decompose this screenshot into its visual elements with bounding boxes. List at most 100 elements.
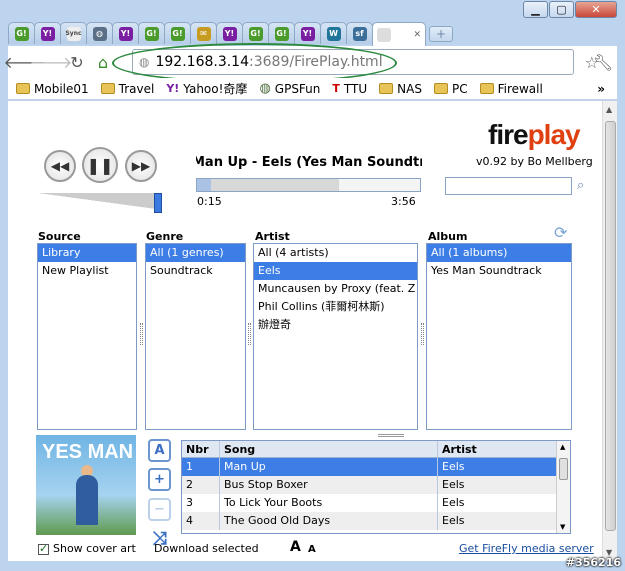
album-list[interactable]: All (1 albums) Yes Man Soundtrack (426, 243, 572, 430)
cover-art: YES MAN (36, 435, 136, 535)
add-icon[interactable]: + (148, 468, 171, 491)
browser-tab[interactable]: W (320, 22, 347, 44)
artist-list-item[interactable]: 辦燈奇 (254, 316, 417, 334)
bookmark-label: TTU (343, 81, 368, 96)
bookmark-item[interactable]: PC (433, 82, 468, 96)
checkbox-checked-icon[interactable] (38, 542, 49, 555)
active-tab[interactable]: ✕ (372, 22, 426, 46)
title-bar: ▁ ▢ ✕ (0, 0, 625, 22)
bookmark-item[interactable]: Travel (100, 82, 154, 96)
artist-list-item[interactable]: Phil Collins (菲爾柯林斯) (254, 298, 417, 316)
show-cover-art-toggle[interactable]: Show cover art (38, 542, 136, 555)
genre-list[interactable]: All (1 genres) Soundtrack (145, 243, 246, 430)
songs-scrollbar[interactable]: ▲ ▼ (556, 441, 570, 533)
cell-nbr: 2 (182, 476, 220, 494)
artist-list[interactable]: All (4 artists) Eels Muncausen by Proxy (f… (253, 243, 418, 430)
font-a-button[interactable]: A (148, 439, 171, 462)
table-row[interactable]: 1 Man Up Eels (182, 458, 570, 476)
browser-tab[interactable]: G! (138, 22, 165, 44)
artist-list-item[interactable]: Eels (254, 262, 417, 280)
column-artist[interactable]: Artist (438, 441, 556, 457)
remove-icon[interactable]: − (148, 498, 171, 521)
volume-slider[interactable] (38, 193, 162, 213)
browser-tab[interactable]: ✉ (190, 22, 217, 44)
pause-button[interactable]: ❚❚ (82, 147, 118, 183)
source-list[interactable]: Library New Playlist (37, 243, 137, 430)
browser-tab[interactable]: G! (164, 22, 191, 44)
table-row[interactable]: 2 Bus Stop Boxer Eels (182, 476, 570, 494)
genre-list-item[interactable]: Soundtrack (146, 262, 245, 280)
source-header: Source (38, 230, 81, 243)
close-window-button[interactable]: ✕ (575, 1, 617, 18)
scroll-up-icon[interactable]: ▲ (560, 443, 565, 451)
browser-tab[interactable]: Sync (60, 22, 87, 44)
songs-table-header: Nbr Song Artist (182, 441, 570, 458)
songs-scroll-thumb[interactable] (559, 458, 568, 480)
scroll-down-icon[interactable]: ▼ (560, 523, 565, 531)
cover-figure (76, 475, 98, 525)
font-smaller-button[interactable]: A (308, 544, 316, 555)
sf-icon: sf (352, 26, 367, 41)
more-bookmarks-icon[interactable]: » (597, 82, 605, 96)
close-tab-icon[interactable]: ✕ (413, 30, 421, 40)
bookmarks-bar: Mobile01 Travel Y! Yahoo!奇摩 ◍ GPSFun T TTU NAS PC… (8, 78, 617, 100)
column-nbr[interactable]: Nbr (182, 441, 220, 457)
page-scroll-thumb[interactable] (605, 121, 616, 531)
bookmark-item[interactable]: T TTU (332, 82, 367, 96)
browser-tab[interactable]: Y! (34, 22, 61, 44)
scroll-up-icon[interactable]: ▲ (606, 105, 612, 114)
g-icon: G! (274, 26, 289, 41)
download-selected-link[interactable]: Download selected (154, 542, 259, 555)
browser-tab[interactable]: Y! (112, 22, 139, 44)
browser-tab[interactable]: ◍ (86, 22, 113, 44)
album-list-item[interactable]: All (1 albums) (427, 244, 571, 262)
table-row[interactable]: 4 The Good Old Days Eels (182, 512, 570, 530)
volume-handle[interactable] (154, 193, 162, 213)
bookmark-item[interactable]: Mobile01 (16, 82, 89, 96)
table-row[interactable]: 3 To Lick Your Boots Eels (182, 494, 570, 512)
refresh-icon[interactable]: ⟳ (554, 223, 567, 242)
search-icon[interactable]: ⌕ (577, 178, 584, 193)
browser-tab[interactable]: sf (346, 22, 373, 44)
wordpress-icon: W (326, 26, 341, 41)
search-input[interactable] (445, 177, 572, 195)
resize-grip[interactable] (140, 323, 143, 345)
cover-title: YES MAN (42, 441, 134, 463)
font-larger-button[interactable]: A (290, 539, 301, 555)
artist-list-item[interactable]: Muncausen by Proxy (feat. Z (254, 280, 417, 298)
minimize-button[interactable]: ▁ (523, 1, 548, 18)
new-tab-button[interactable]: + (429, 26, 453, 42)
browser-tab[interactable]: G! (242, 22, 269, 44)
horizontal-splitter[interactable] (378, 434, 404, 437)
source-list-item[interactable]: Library (38, 244, 136, 262)
browser-tab[interactable]: G! (268, 22, 295, 44)
source-list-item[interactable]: New Playlist (38, 262, 136, 280)
bookmark-item[interactable]: Y! Yahoo!奇摩 (166, 80, 247, 97)
artist-list-item[interactable]: All (4 artists) (254, 244, 417, 262)
watermark: #356216 (565, 556, 621, 569)
bookmark-item[interactable]: Firewall (479, 82, 543, 96)
browser-tab[interactable]: Y! (294, 22, 321, 44)
track-progress-bar[interactable] (196, 178, 421, 192)
cell-artist: Eels (442, 496, 465, 509)
reload-icon[interactable]: ↻ (64, 49, 90, 75)
next-button[interactable]: ▶▶ (125, 150, 157, 182)
globe-icon: ◍ (92, 26, 107, 41)
browser-tab[interactable]: G! (8, 22, 35, 44)
resize-grip[interactable] (248, 323, 251, 345)
resize-grip[interactable] (421, 323, 424, 345)
maximize-button[interactable]: ▢ (549, 1, 574, 18)
bookmark-item[interactable]: NAS (379, 82, 422, 96)
yahoo-icon: Y! (166, 82, 180, 95)
g-icon: G! (144, 26, 159, 41)
wrench-icon[interactable]: 🔧︎ (590, 49, 616, 75)
get-firefly-link[interactable]: Get FireFly media server (459, 542, 594, 555)
genre-list-item[interactable]: All (1 genres) (146, 244, 245, 262)
forward-icon[interactable]: 🡒 (30, 49, 73, 75)
browser-tab[interactable]: Y! (216, 22, 243, 44)
column-song[interactable]: Song (220, 441, 438, 457)
page-scrollbar[interactable]: ▲ ▼ (602, 101, 617, 561)
previous-button[interactable]: ◀◀ (44, 150, 76, 182)
album-list-item[interactable]: Yes Man Soundtrack (427, 262, 571, 280)
bookmark-item[interactable]: ◍ GPSFun (259, 81, 320, 96)
